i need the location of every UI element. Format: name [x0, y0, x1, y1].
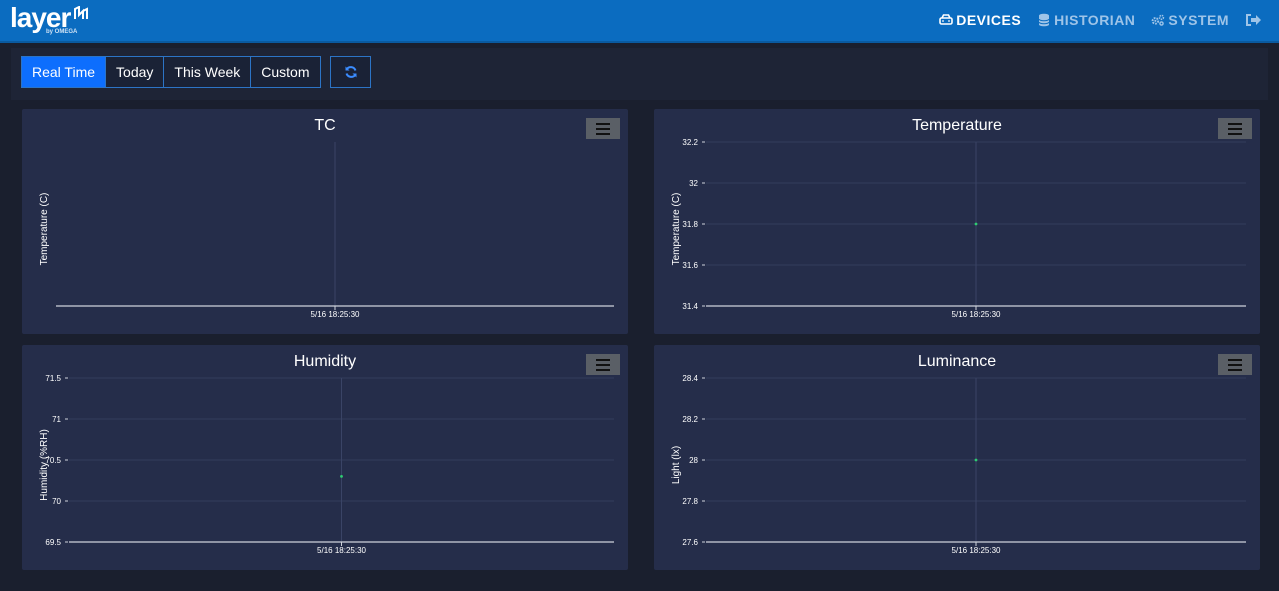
logo-mark-icon [74, 6, 88, 19]
y-tick-label: 71.5 [45, 374, 61, 383]
chart-panel-luminance: Luminance Light (lx) 27.6 27.8 28 28.2 28.4 5… [654, 345, 1260, 570]
nav-system-label: SYSTEM [1168, 12, 1229, 28]
nav-system[interactable]: SYSTEM [1151, 12, 1229, 28]
nav-devices[interactable]: DEVICES [939, 12, 1021, 28]
y-tick-label: 27.8 [682, 497, 698, 506]
time-range-toolbar: Real Time Today This Week Custom [11, 48, 1268, 100]
chart-plot-area: 31.4 31.6 31.8 32 32.2 5/16 18:25:30 [682, 138, 1246, 319]
top-bar: layer by OMEGA DEVICES HISTORIAN SYSTEM [0, 0, 1279, 43]
data-point [340, 475, 343, 478]
y-tick-label: 31.4 [682, 302, 698, 311]
main-nav: DEVICES HISTORIAN SYSTEM [923, 0, 1279, 40]
chart-plot-area: 27.6 27.8 28 28.2 28.4 5/16 18:25:30 [682, 374, 1246, 555]
devices-icon [939, 13, 954, 27]
range-custom-button[interactable]: Custom [251, 57, 320, 87]
time-range-group: Real Time Today This Week Custom [21, 56, 321, 88]
y-tick-label: 70 [52, 497, 61, 506]
chart-panel-temperature: Temperature Temperature (C) 31.4 31.6 31.8… [654, 109, 1260, 334]
refresh-icon [345, 66, 356, 78]
chart-plot-area: 5/16 18:25:30 [56, 142, 614, 319]
y-tick-label: 71 [52, 415, 61, 424]
x-tick-label: 5/16 18:25:30 [317, 546, 366, 555]
logo-byline: by OMEGA [46, 29, 78, 35]
y-tick-label: 31.8 [682, 220, 698, 229]
chart-panel-humidity: Humidity Humidity (%RH) 69.5 70 70.5 71 71.5… [22, 345, 628, 570]
y-tick-label: 70.5 [45, 456, 61, 465]
range-today-button[interactable]: Today [106, 57, 165, 87]
chart-panel-tc: TC Temperature (C) 5/16 18:25:30 [22, 109, 628, 334]
y-tick-label: 69.5 [45, 538, 61, 547]
x-tick-label: 5/16 18:25:30 [952, 310, 1001, 319]
refresh-button[interactable] [330, 56, 371, 88]
data-point [974, 458, 978, 462]
y-tick-label: 32 [689, 179, 698, 188]
nav-historian-label: HISTORIAN [1054, 12, 1136, 28]
range-real-time-button[interactable]: Real Time [22, 57, 107, 87]
y-tick-label: 28 [689, 456, 698, 465]
database-icon [1037, 13, 1051, 27]
y-tick-label: 31.6 [682, 261, 698, 270]
gears-icon [1151, 13, 1165, 27]
x-tick-label: 5/16 18:25:30 [952, 546, 1001, 555]
range-this-week-button[interactable]: This Week [164, 57, 252, 87]
y-tick-label: 27.6 [682, 538, 698, 547]
x-tick-label: 5/16 18:25:30 [311, 310, 360, 319]
chart-plot-area: 69.5 70 70.5 71 71.5 5/16 18:25:30 [45, 374, 614, 555]
nav-historian[interactable]: HISTORIAN [1037, 12, 1135, 28]
sign-out-icon [1245, 13, 1262, 27]
y-tick-label: 32.2 [682, 138, 698, 147]
data-point [974, 222, 978, 226]
nav-logout[interactable] [1245, 13, 1265, 27]
y-tick-label: 28.2 [682, 415, 698, 424]
nav-devices-label: DEVICES [956, 12, 1022, 28]
y-tick-label: 28.4 [682, 374, 698, 383]
